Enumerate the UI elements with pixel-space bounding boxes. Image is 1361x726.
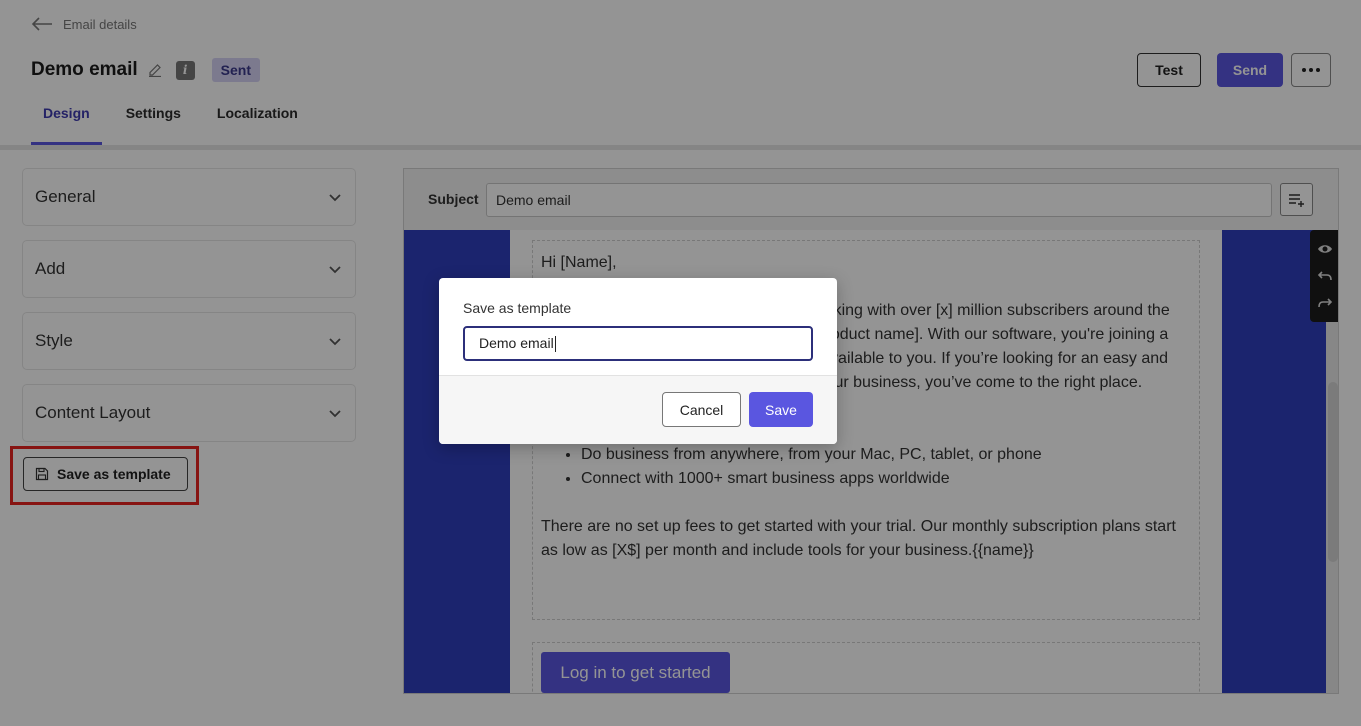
cancel-button[interactable]: Cancel bbox=[662, 392, 741, 427]
text-caret bbox=[554, 336, 556, 353]
dialog-title: Save as template bbox=[463, 300, 572, 316]
dialog-footer: Cancel Save bbox=[439, 375, 837, 444]
save-button[interactable]: Save bbox=[749, 392, 813, 427]
template-name-input[interactable]: Demo email bbox=[463, 326, 813, 361]
save-template-dialog: Save as template Demo email Cancel Save bbox=[439, 278, 837, 444]
template-name-value: Demo email bbox=[479, 335, 554, 351]
